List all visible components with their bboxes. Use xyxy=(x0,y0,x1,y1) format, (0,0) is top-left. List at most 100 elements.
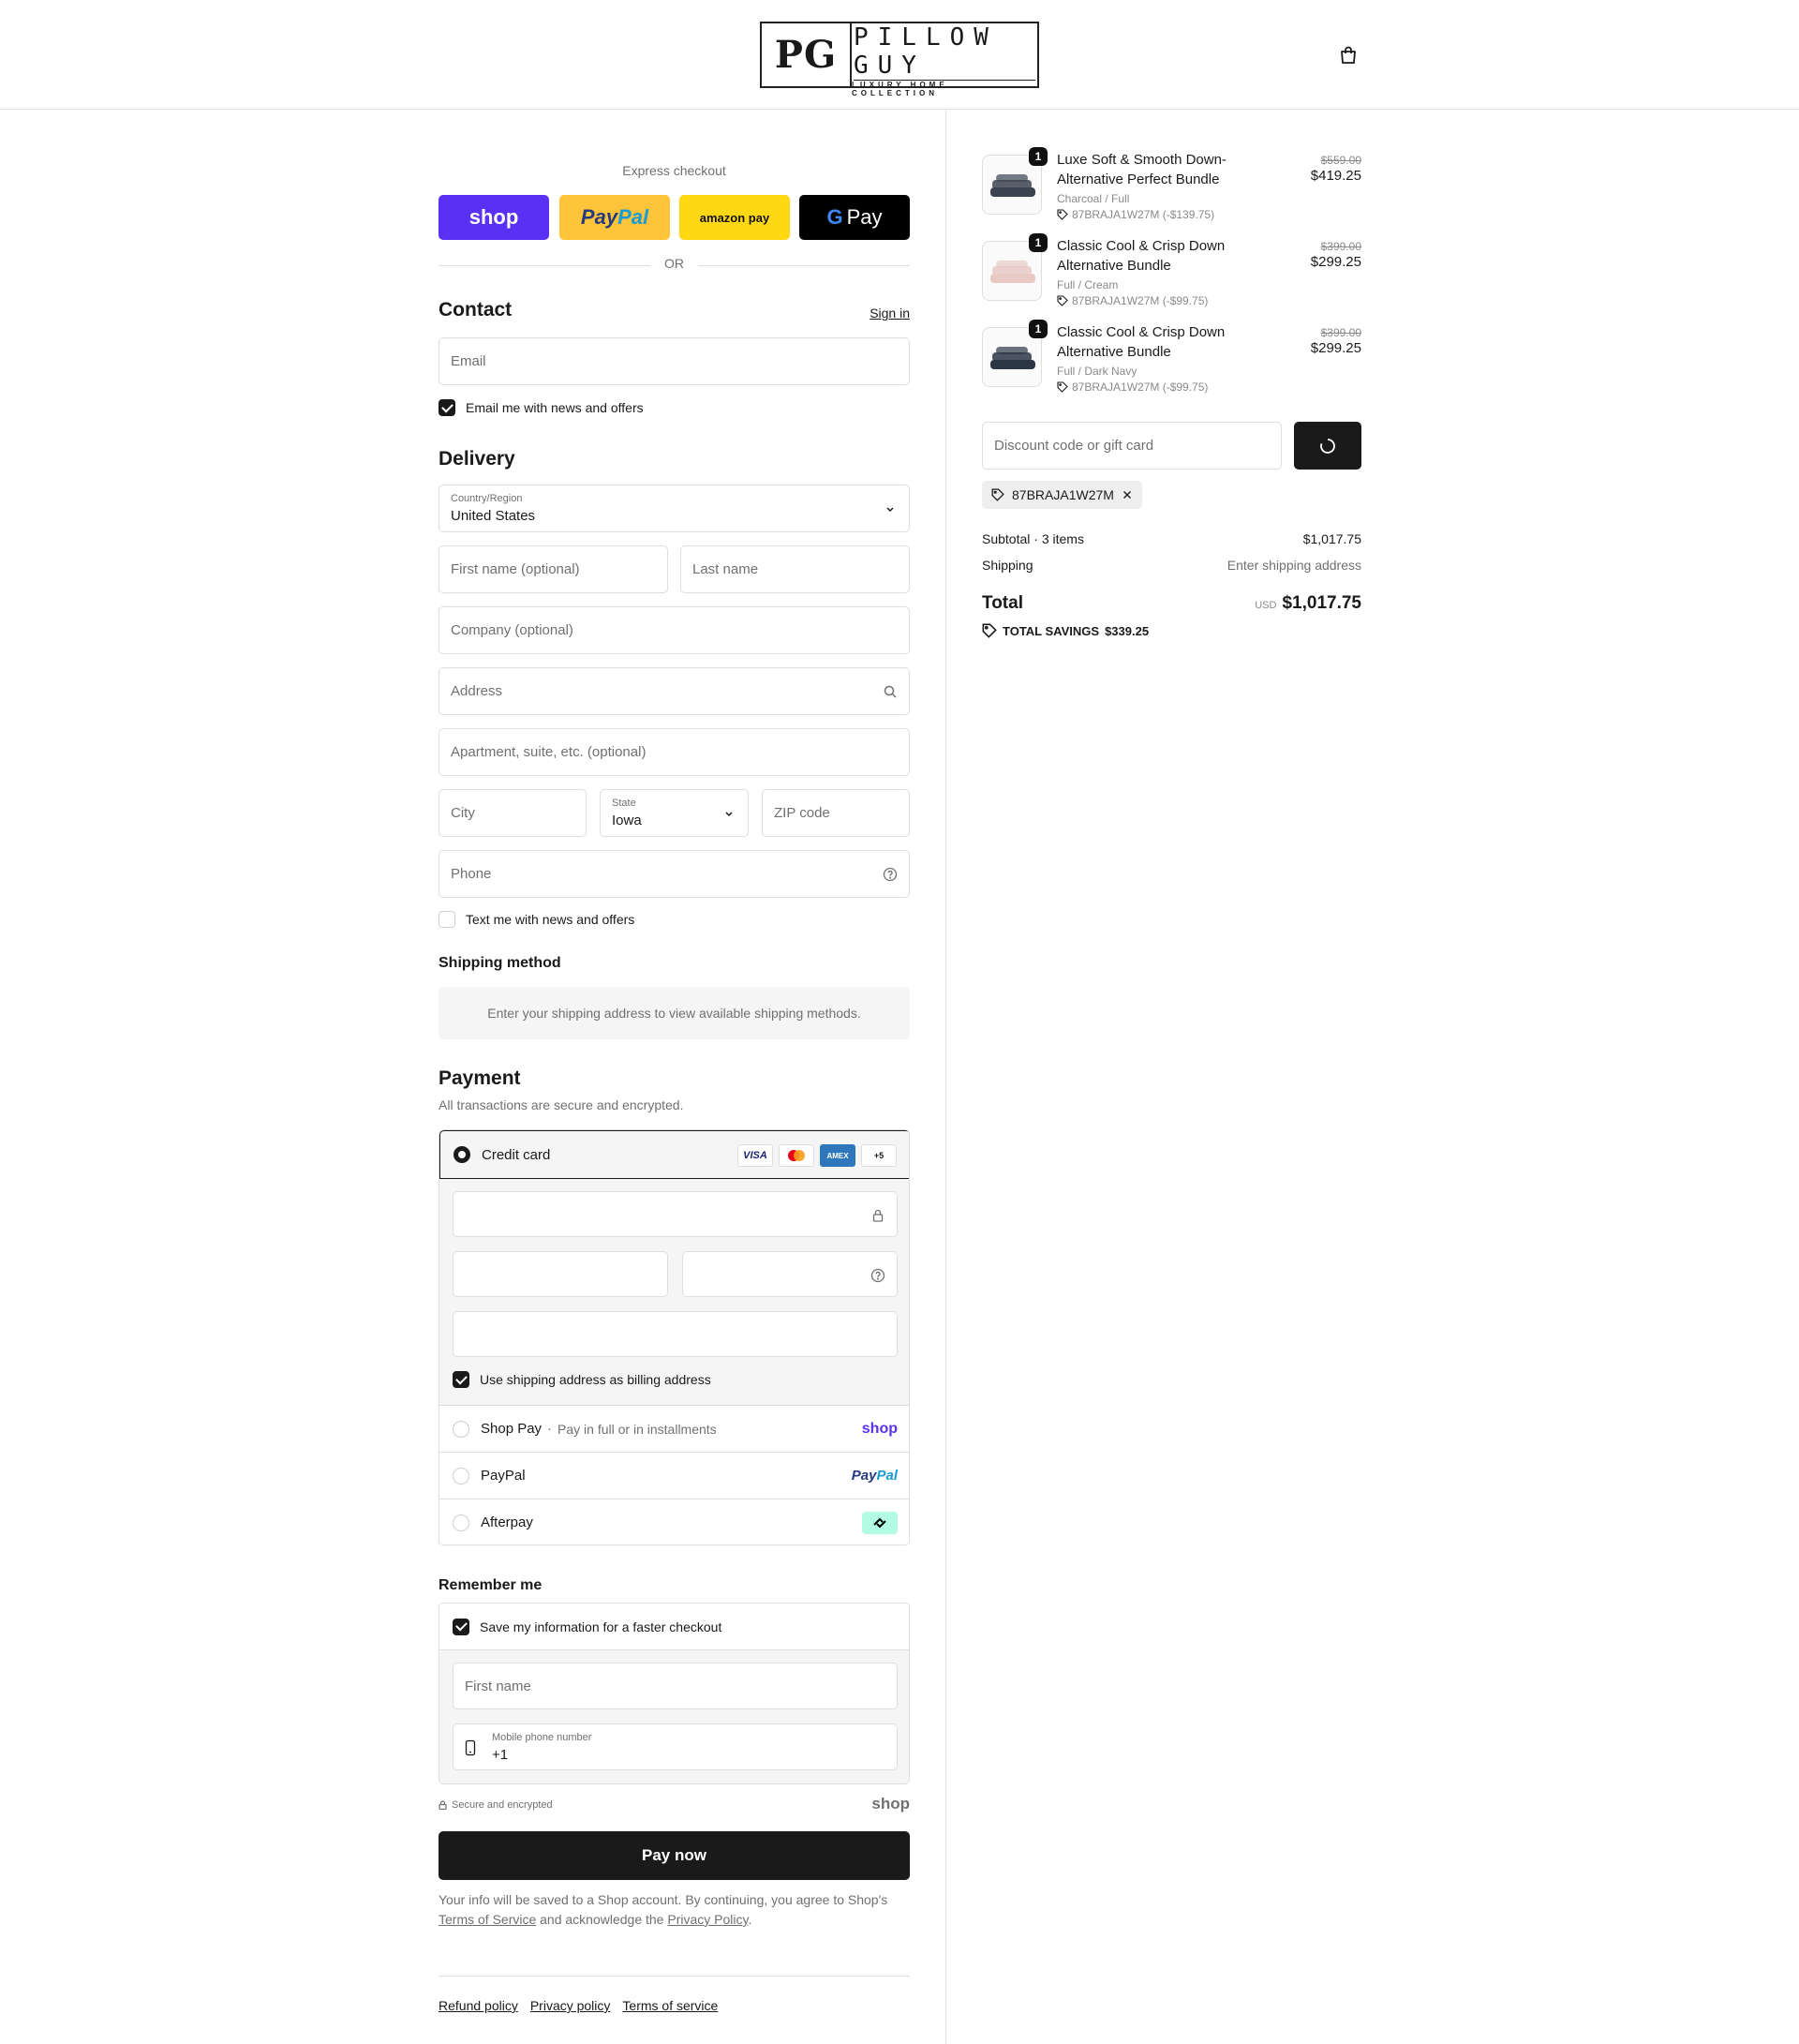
city-input[interactable] xyxy=(439,790,586,836)
first-name-input[interactable] xyxy=(439,546,667,592)
applied-code-text: 87BRAJA1W27M xyxy=(1012,487,1114,502)
terms-of-service-link[interactable]: Terms of service xyxy=(622,1998,718,2013)
item-discount-text: 87BRAJA1W27M (-$99.75) xyxy=(1072,294,1209,307)
remember-me-box: Save my information for a faster checkou… xyxy=(439,1603,910,1784)
cart-item: 1 Classic Cool & Crisp Down Alternative … xyxy=(982,320,1361,397)
google-pay-button[interactable]: G Pay xyxy=(799,195,910,240)
shipping-value: Enter shipping address xyxy=(1227,558,1361,573)
address-input[interactable] xyxy=(439,668,909,714)
privacy-policy-link[interactable]: Privacy policy xyxy=(530,1998,611,2013)
payment-methods: Credit card VISA AMEX +5 Use shipping ad… xyxy=(439,1129,910,1545)
zip-input[interactable] xyxy=(763,790,909,836)
paypal-option[interactable]: PayPal PayPal xyxy=(439,1452,909,1499)
paypal-button[interactable]: Pay Pal xyxy=(559,195,670,240)
cart-item: 1 Luxe Soft & Smooth Down-Alternative Pe… xyxy=(982,147,1361,225)
legal-text: Your info will be saved to a Shop accoun… xyxy=(439,1890,910,1930)
afterpay-option[interactable]: Afterpay xyxy=(439,1499,909,1544)
remember-first-name-input[interactable] xyxy=(453,1664,897,1708)
amazon-pay-button[interactable]: amazon pay xyxy=(679,195,790,240)
email-field[interactable] xyxy=(439,337,910,385)
item-name: Luxe Soft & Smooth Down-Alternative Perf… xyxy=(1057,152,1227,187)
remember-first-name-field[interactable] xyxy=(453,1663,898,1709)
shop-terms-link[interactable]: Terms of Service xyxy=(439,1912,536,1927)
email-news-box[interactable] xyxy=(439,399,455,416)
shop-pay-option-label: Shop Pay xyxy=(481,1421,543,1437)
tag-icon xyxy=(1057,209,1068,220)
refund-policy-link[interactable]: Refund policy xyxy=(439,1998,518,2013)
email-news-checkbox[interactable]: Email me with news and offers xyxy=(439,399,644,416)
shopping-bag-icon[interactable] xyxy=(1338,45,1359,66)
email-news-label: Email me with news and offers xyxy=(466,400,644,415)
secure-label: Secure and encrypted xyxy=(452,1799,553,1811)
delivery-title: Delivery xyxy=(439,448,515,470)
help-circle-icon[interactable] xyxy=(870,1268,885,1283)
apartment-field[interactable] xyxy=(439,728,910,776)
security-code-field[interactable] xyxy=(682,1251,898,1297)
chevron-down-icon xyxy=(886,507,894,513)
amex-icon: AMEX xyxy=(820,1144,855,1167)
paypal-label-pay: Pay xyxy=(580,205,618,229)
currency-code: USD xyxy=(1255,600,1277,611)
help-circle-icon[interactable] xyxy=(883,867,898,882)
pay-now-button[interactable]: Pay now xyxy=(439,1831,910,1880)
paypal-radio[interactable] xyxy=(453,1467,469,1485)
apply-discount-button[interactable] xyxy=(1294,422,1361,470)
tag-icon xyxy=(991,488,1004,501)
zip-field[interactable] xyxy=(762,789,910,837)
legal-text-part1: Your info will be saved to a Shop accoun… xyxy=(439,1892,888,1907)
item-price: $299.25 xyxy=(1310,254,1361,270)
legal-text-part2: and acknowledge the xyxy=(536,1912,668,1927)
credit-card-radio[interactable] xyxy=(453,1146,470,1163)
apartment-input[interactable] xyxy=(439,729,909,775)
header: PG PILLOW GUY LUXURY HOME COLLECTION xyxy=(0,0,1799,110)
save-info-checkbox[interactable]: Save my information for a faster checkou… xyxy=(439,1604,909,1650)
logo-initials: PG xyxy=(762,23,852,86)
discount-code-field[interactable] xyxy=(982,422,1282,470)
name-on-card-field[interactable] xyxy=(453,1311,898,1357)
company-field[interactable] xyxy=(439,606,910,654)
sign-in-link[interactable]: Sign in xyxy=(870,306,910,321)
shop-pay-option[interactable]: Shop Pay · Pay in full or in installment… xyxy=(439,1405,909,1452)
city-field[interactable] xyxy=(439,789,587,837)
logo-tagline: LUXURY HOME COLLECTION xyxy=(852,81,948,97)
mobile-phone-field[interactable]: Mobile phone number +1 xyxy=(453,1723,898,1770)
express-checkout-title: Express checkout xyxy=(622,163,726,178)
item-original-price: $399.00 xyxy=(1320,240,1361,253)
store-logo[interactable]: PG PILLOW GUY LUXURY HOME COLLECTION xyxy=(760,22,1039,97)
billing-same-checkbox[interactable]: Use shipping address as billing address xyxy=(453,1371,711,1388)
afterpay-radio[interactable] xyxy=(453,1514,469,1531)
expiration-date-field[interactable] xyxy=(453,1251,668,1297)
country-value: United States xyxy=(451,508,536,524)
paypal-logo: PayPal xyxy=(852,1468,898,1484)
contact-title: Contact xyxy=(439,299,513,321)
last-name-input[interactable] xyxy=(681,546,909,592)
credit-card-option[interactable]: Credit card VISA AMEX +5 xyxy=(439,1130,909,1179)
payment-subtitle: All transactions are secure and encrypte… xyxy=(439,1097,684,1112)
paypal-label-pal: Pal xyxy=(617,205,649,229)
address-field[interactable] xyxy=(439,667,910,715)
total-savings-value: $339.25 xyxy=(1105,623,1150,638)
shop-pay-radio[interactable] xyxy=(453,1420,469,1438)
total-savings-label: TOTAL SAVINGS xyxy=(1003,623,1100,638)
text-news-box[interactable] xyxy=(439,911,455,928)
shop-privacy-link[interactable]: Privacy Policy xyxy=(667,1912,748,1927)
text-news-checkbox[interactable]: Text me with news and offers xyxy=(439,911,634,928)
country-select[interactable]: Country/Region United States xyxy=(439,485,910,532)
card-brands: VISA AMEX +5 xyxy=(737,1144,897,1167)
credit-card-form: Use shipping address as billing address xyxy=(439,1179,909,1405)
discount-code-input[interactable] xyxy=(983,423,1281,469)
phone-input[interactable] xyxy=(439,851,909,897)
first-name-field[interactable] xyxy=(439,545,668,593)
last-name-field[interactable] xyxy=(680,545,910,593)
save-info-box[interactable] xyxy=(453,1618,469,1635)
card-number-field[interactable] xyxy=(453,1191,898,1237)
item-name: Classic Cool & Crisp Down Alternative Bu… xyxy=(1057,324,1226,360)
email-input[interactable] xyxy=(439,338,909,384)
company-input[interactable] xyxy=(439,607,909,653)
shop-pay-button[interactable]: shop xyxy=(439,195,549,240)
billing-same-box[interactable] xyxy=(453,1371,469,1388)
state-select[interactable]: State Iowa xyxy=(600,789,749,837)
payment-title: Payment xyxy=(439,1067,521,1089)
close-icon[interactable] xyxy=(1122,489,1133,500)
phone-field[interactable] xyxy=(439,850,910,898)
